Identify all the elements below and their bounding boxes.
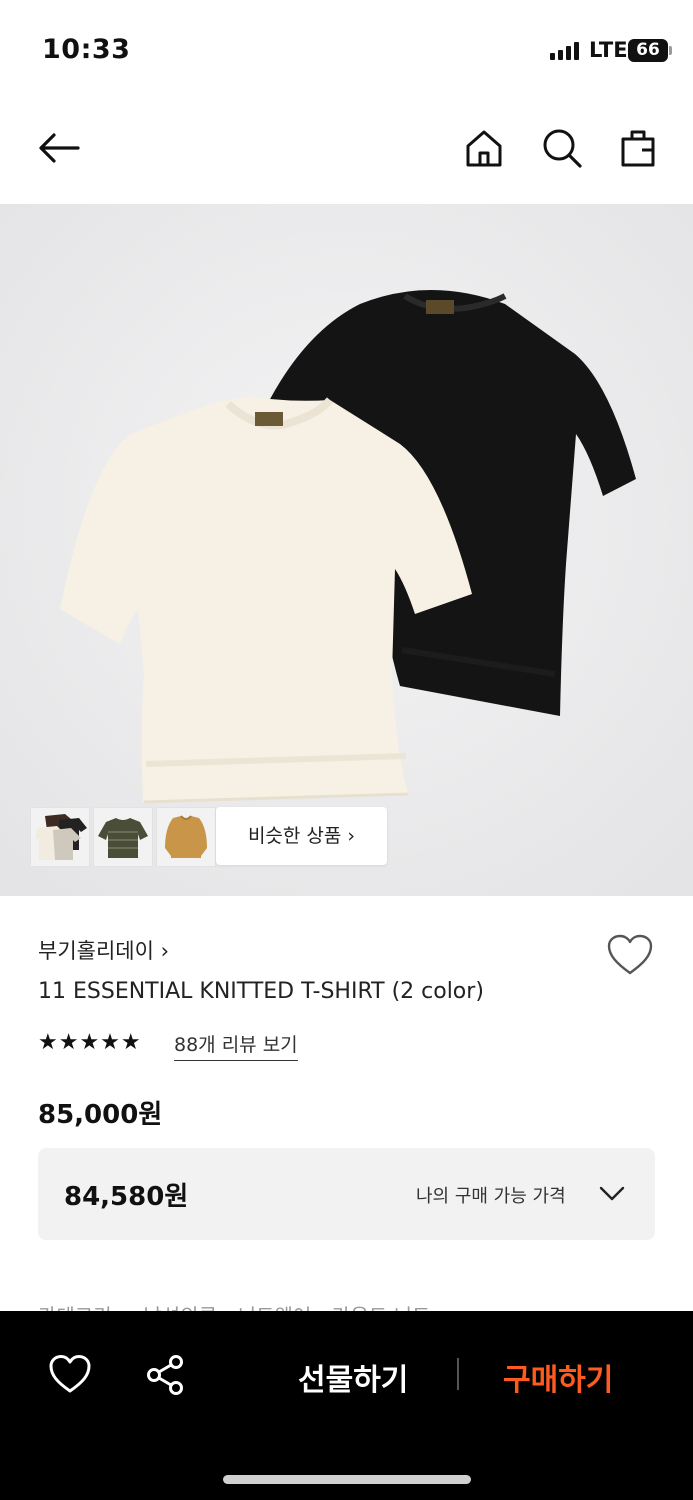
rating-stars: ★★★★★ (38, 1030, 142, 1055)
home-icon[interactable] (460, 124, 508, 172)
bottom-action-bar: 선물하기 구매하기 (0, 1311, 693, 1500)
my-price: 84,580원 (64, 1182, 189, 1212)
divider (457, 1358, 459, 1390)
share-icon[interactable] (143, 1353, 187, 1397)
brand-link[interactable]: 부기홀리데이 › (38, 935, 169, 965)
wishlist-heart-icon[interactable] (606, 933, 654, 977)
thumbnail-image (31, 808, 89, 866)
chevron-down-icon (599, 1186, 625, 1201)
top-nav (0, 100, 693, 204)
similar-thumb-3[interactable] (156, 807, 216, 867)
my-price-box[interactable]: 84,580원 나의 구매 가능 가격 (38, 1148, 655, 1240)
back-arrow-icon[interactable] (36, 124, 84, 172)
similar-products-button[interactable]: 비슷한 상품 › (216, 807, 387, 865)
gift-button[interactable]: 선물하기 (298, 1355, 408, 1399)
signal-icon (550, 42, 580, 60)
status-time: 10:33 (42, 34, 131, 65)
battery-icon: 66 (628, 39, 672, 62)
product-photo (0, 204, 693, 896)
review-link[interactable]: 88개 리뷰 보기 (174, 1030, 298, 1061)
similar-thumb-1[interactable] (30, 807, 90, 867)
home-indicator (223, 1475, 471, 1484)
product-image[interactable] (0, 204, 693, 896)
status-bar: 10:33 LTE 66 (0, 0, 693, 100)
product-price: 85,000원 (38, 1100, 163, 1130)
similar-thumb-2[interactable] (93, 807, 153, 867)
product-title: 11 ESSENTIAL KNITTED T-SHIRT (2 color) (38, 979, 484, 1004)
network-label: LTE (589, 38, 628, 62)
shopping-bag-icon[interactable] (614, 124, 662, 172)
heart-icon[interactable] (48, 1353, 92, 1397)
my-price-label: 나의 구매 가능 가격 (416, 1186, 566, 1207)
thumbnail-image (157, 808, 215, 866)
thumbnail-image (94, 808, 152, 866)
search-icon[interactable] (538, 124, 586, 172)
buy-button[interactable]: 구매하기 (503, 1355, 613, 1399)
